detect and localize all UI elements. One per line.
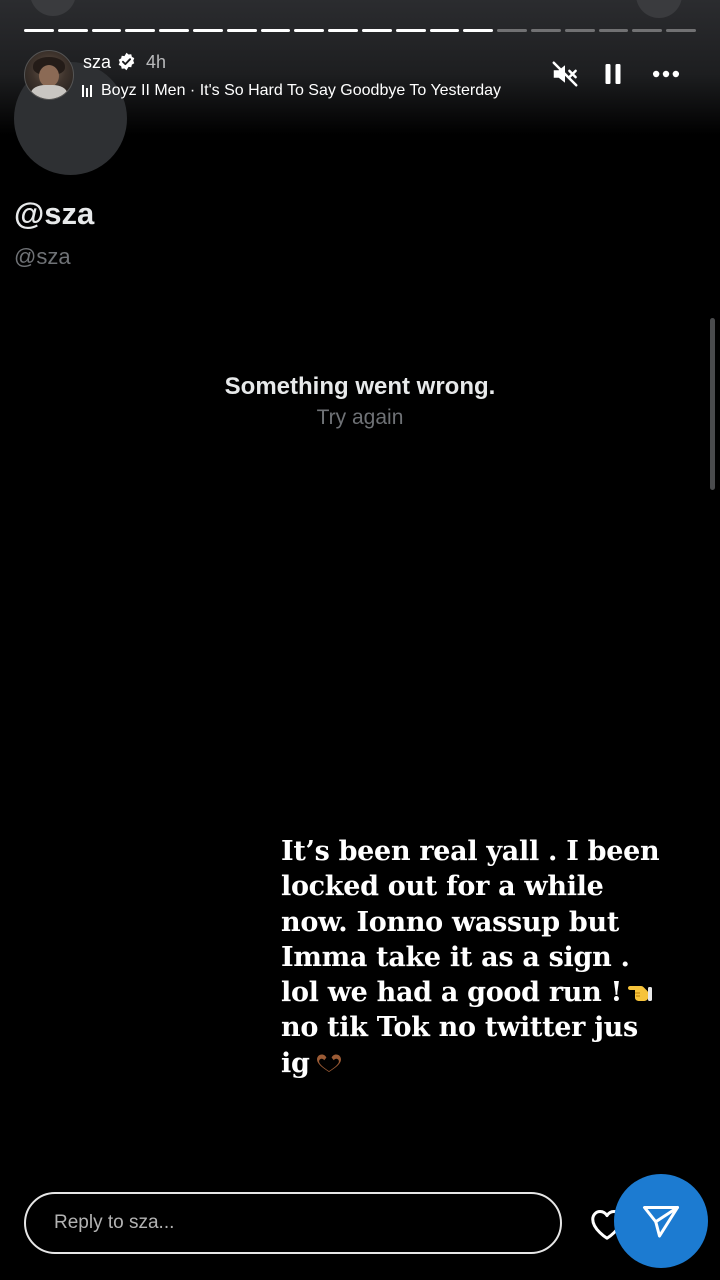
error-message: Something went wrong. [224, 373, 496, 400]
story-caption: It’s been real yall . I been locked out … [281, 834, 661, 1081]
post-time: 4h [146, 52, 167, 72]
progress-segment [91, 29, 122, 32]
progress-segment [294, 29, 325, 32]
caption-line: no tik Tok no twitter jus [281, 1012, 638, 1044]
progress-segment [159, 29, 189, 32]
verified-badge-icon [118, 52, 135, 71]
progress-segment [328, 29, 358, 32]
caption-line: lol we had a good run ! [281, 977, 623, 1009]
progress-segment [361, 29, 392, 32]
progress-segment [24, 29, 54, 32]
progress-segment [192, 29, 223, 32]
story-viewer: @sza @sza Something went wrong. Try agai… [0, 0, 720, 1280]
progress-segment [632, 29, 663, 32]
pause-icon[interactable] [597, 58, 629, 90]
progress-segment [395, 29, 426, 32]
embed-scrollbar [710, 318, 715, 490]
tweet-handle: @sza [14, 244, 71, 269]
more-dots-icon[interactable] [650, 58, 682, 90]
caption-line: locked out for a while [281, 871, 604, 903]
progress-segment [226, 29, 257, 32]
heart-hands-icon [316, 1054, 341, 1072]
try-again-link[interactable]: Try again [0, 406, 720, 430]
story-progress-bar [24, 29, 696, 32]
progress-segment [125, 29, 156, 32]
pointing-hand-icon [628, 986, 653, 1002]
caption-line: Imma take it as a sign . [281, 941, 630, 973]
caption-line-with-emoji: lol we had a good run ! [281, 975, 661, 1010]
avatar[interactable] [24, 50, 74, 100]
music-attribution[interactable]: Boyz II Men · It's So Hard To Say Goodby… [82, 80, 532, 102]
caption-line-with-emoji: ig [281, 1046, 661, 1081]
progress-segment [57, 29, 88, 32]
progress-segment [598, 29, 629, 32]
progress-segment [564, 29, 595, 32]
progress-segment [666, 29, 696, 32]
speaker-muted-icon[interactable] [549, 58, 581, 90]
caption-line: now. Ionno wassup but [281, 906, 620, 938]
send-paper-plane-icon [643, 1206, 679, 1238]
progress-segment [260, 29, 291, 32]
progress-segment [530, 29, 561, 32]
progress-segment [429, 29, 460, 32]
tweet-display-name: @sza [14, 196, 95, 231]
reply-input[interactable]: Reply to sza... [24, 1192, 562, 1254]
music-bars-icon [82, 85, 92, 97]
progress-segment [463, 29, 494, 32]
music-title: Boyz II Men · It's So Hard To Say Goodby… [101, 82, 502, 99]
progress-segment [497, 29, 527, 32]
story-username[interactable]: sza [83, 52, 111, 73]
send-button[interactable] [614, 1174, 708, 1268]
caption-line: ig [281, 1047, 310, 1079]
caption-line: It’s been real yall . I been [281, 836, 660, 867]
